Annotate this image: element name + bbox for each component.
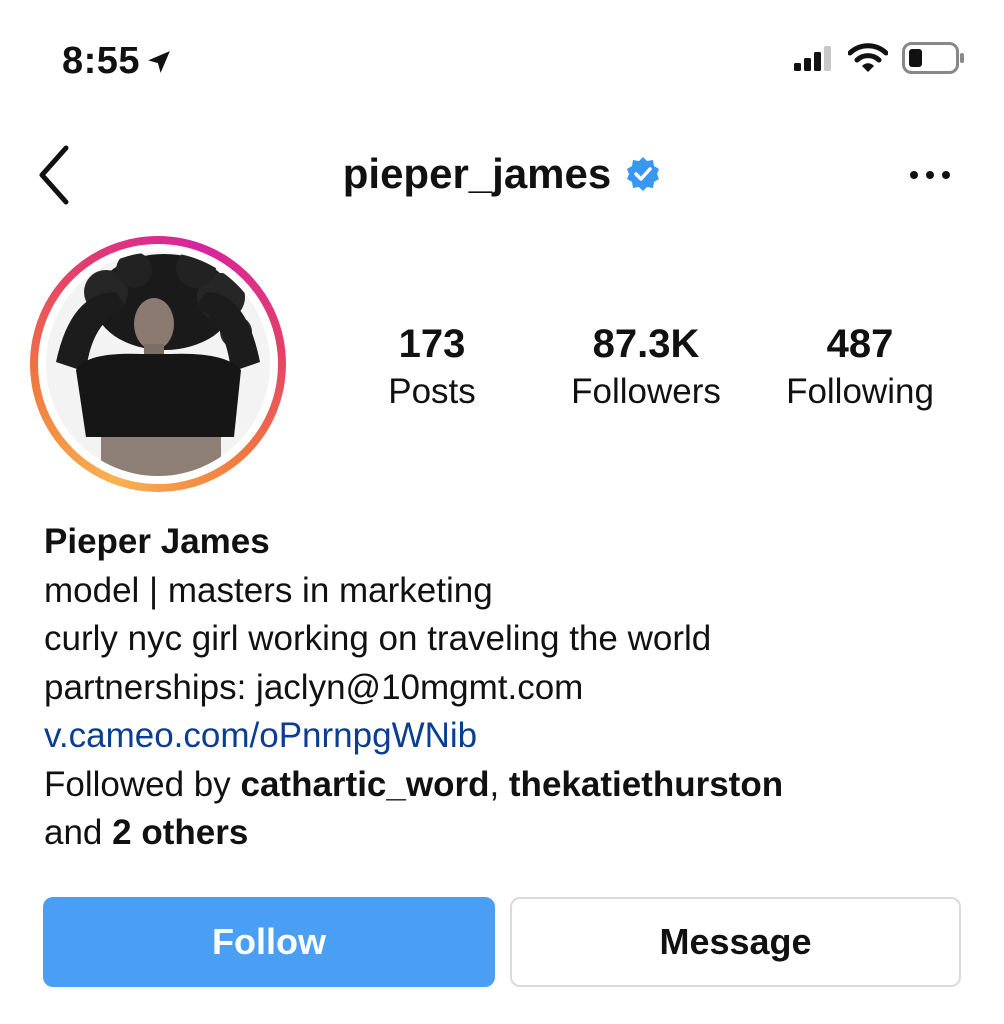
- followed-others[interactable]: 2 others: [112, 813, 248, 852]
- more-horizontal-icon: [910, 171, 950, 179]
- cellular-signal-icon: [794, 46, 831, 71]
- message-button[interactable]: Message: [510, 897, 961, 987]
- followers-label: Followers: [571, 372, 721, 411]
- display-name: Pieper James: [44, 522, 270, 561]
- status-indicators: [794, 42, 966, 74]
- and-prefix: and: [44, 813, 113, 852]
- bio-line-2: curly nyc girl working on traveling the …: [44, 619, 712, 658]
- posts-count: 173: [398, 322, 466, 366]
- username-title: pieper_james: [342, 150, 612, 197]
- avatar-photo: [46, 252, 270, 476]
- followed-by-others-line[interactable]: and 2 others: [44, 809, 964, 858]
- following-label: Following: [786, 372, 934, 411]
- wifi-icon: [848, 43, 888, 72]
- avatar-border: [38, 244, 278, 484]
- posts-stat[interactable]: 173 Posts: [372, 318, 492, 414]
- bio-link[interactable]: v.cameo.com/oPnrnpgWNib: [44, 712, 964, 761]
- followers-stat[interactable]: 87.3K Followers: [556, 318, 736, 414]
- profile-header: pieper_james: [0, 150, 1004, 198]
- follow-button[interactable]: Follow: [43, 897, 495, 987]
- following-count: 487: [826, 322, 894, 366]
- following-stat[interactable]: 487 Following: [770, 318, 950, 414]
- verified-badge-icon: [627, 157, 660, 191]
- profile-photo-image: [46, 252, 270, 476]
- more-options-button[interactable]: [906, 160, 954, 190]
- bio-line-3: partnerships: jaclyn@10mgmt.com: [44, 667, 584, 707]
- posts-label: Posts: [388, 372, 476, 411]
- battery-icon: [902, 42, 964, 74]
- followed-by-prefix: Followed by: [44, 764, 241, 804]
- profile-bio: Pieper James model | masters in marketin…: [44, 518, 964, 858]
- followed-user-1[interactable]: cathartic_word: [240, 765, 489, 804]
- status-time-text: 8:55: [62, 40, 141, 82]
- followed-separator: ,: [489, 764, 509, 804]
- profile-avatar[interactable]: [30, 236, 286, 492]
- followed-user-2[interactable]: thekatiethurston: [509, 765, 783, 804]
- bio-line-1: model | masters in marketing: [44, 570, 493, 610]
- followed-by-line[interactable]: Followed by cathartic_word, thekatiethur…: [44, 761, 964, 810]
- status-time: 8:55: [62, 40, 172, 83]
- followers-count: 87.3K: [592, 322, 700, 366]
- location-arrow-icon: [148, 50, 170, 73]
